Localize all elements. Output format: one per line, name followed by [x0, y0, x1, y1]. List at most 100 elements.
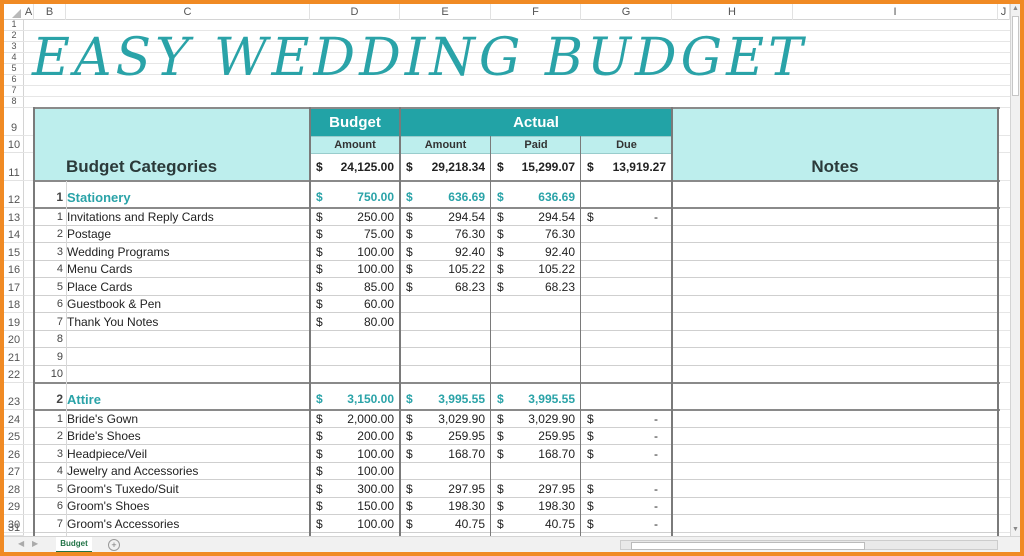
plus-circle-icon[interactable]: +	[108, 539, 120, 551]
item-name[interactable]: Bride's Shoes	[67, 428, 311, 446]
item-actual[interactable]: $92.40	[400, 243, 491, 261]
item-budget[interactable]: $100.00	[310, 463, 400, 481]
column-header-b[interactable]: B	[34, 4, 66, 20]
item-name[interactable]: Thank You Notes	[67, 313, 311, 331]
item-budget[interactable]: $250.00	[310, 208, 400, 226]
row-header-23[interactable]: 23	[4, 383, 24, 410]
horizontal-scroll-thumb[interactable]	[631, 542, 865, 550]
row-header-9[interactable]: 9	[4, 108, 24, 136]
item-paid[interactable]: $297.95	[491, 480, 581, 498]
item-budget[interactable]: $150.00	[310, 498, 400, 516]
item-due[interactable]: $ -	[581, 445, 672, 463]
column-header-h[interactable]: H	[672, 4, 793, 20]
column-header-g[interactable]: G	[581, 4, 672, 20]
row-header-15[interactable]: 15	[4, 243, 24, 261]
row-header-29[interactable]: 29	[4, 498, 24, 515]
item-actual[interactable]: $105.22	[400, 261, 491, 279]
item-name[interactable]: Place Cards	[67, 278, 311, 296]
item-name[interactable]: Menu Cards	[67, 261, 311, 279]
item-due[interactable]: $ -	[581, 480, 672, 498]
item-budget[interactable]: $100.00	[310, 515, 400, 533]
item-due[interactable]: $ -	[581, 498, 672, 516]
item-actual[interactable]: $76.30	[400, 226, 491, 244]
row-header-14[interactable]: 14	[4, 226, 24, 243]
item-name[interactable]: Groom's Accessories	[67, 515, 311, 533]
row-header-11[interactable]: 11	[4, 153, 24, 181]
item-name[interactable]	[67, 331, 311, 349]
item-name[interactable]: Postage	[67, 226, 311, 244]
item-actual[interactable]: $168.70	[400, 445, 491, 463]
item-actual[interactable]: $198.30	[400, 498, 491, 516]
item-paid[interactable]: $76.30	[491, 226, 581, 244]
scroll-up-arrow-icon[interactable]: ▲	[1012, 5, 1019, 12]
row-header-16[interactable]: 16	[4, 261, 24, 278]
item-paid[interactable]: $3,029.90	[491, 410, 581, 428]
item-budget[interactable]: $100.00	[310, 261, 400, 279]
item-name[interactable]: Groom's Tuxedo/Suit	[67, 480, 311, 498]
column-header-a[interactable]: A	[24, 4, 34, 20]
scroll-down-arrow-icon[interactable]: ▼	[1012, 526, 1019, 533]
item-actual[interactable]: $68.23	[400, 278, 491, 296]
tab-scroll-left-icon[interactable]: ◀	[18, 539, 24, 548]
row-header-20[interactable]: 20	[4, 331, 24, 348]
item-name[interactable]	[67, 348, 311, 366]
row-header-27[interactable]: 27	[4, 463, 24, 480]
item-budget[interactable]: $75.00	[310, 226, 400, 244]
tab-scroll-right-icon[interactable]: ▶	[32, 539, 38, 548]
item-actual[interactable]: $294.54	[400, 208, 491, 226]
column-header-d[interactable]: D	[310, 4, 400, 20]
vertical-scroll-thumb[interactable]	[1012, 16, 1019, 96]
row-header-13[interactable]: 13	[4, 208, 24, 226]
item-actual[interactable]: $259.95	[400, 428, 491, 446]
column-header-j[interactable]: J	[998, 4, 1010, 20]
item-paid[interactable]: $92.40	[491, 243, 581, 261]
row-header-19[interactable]: 19	[4, 313, 24, 331]
item-budget[interactable]: $200.00	[310, 428, 400, 446]
item-budget[interactable]: $80.00	[310, 313, 400, 331]
column-header-c[interactable]: C	[66, 4, 310, 20]
column-header-f[interactable]: F	[491, 4, 581, 20]
item-paid[interactable]: $198.30	[491, 498, 581, 516]
item-actual[interactable]: $297.95	[400, 480, 491, 498]
column-header-i[interactable]: I	[793, 4, 998, 20]
item-due[interactable]: $ -	[581, 428, 672, 446]
row-header-25[interactable]: 25	[4, 428, 24, 445]
item-due[interactable]: $ -	[581, 208, 672, 226]
column-header-e[interactable]: E	[400, 4, 491, 20]
item-name[interactable]: Wedding Programs	[67, 243, 311, 261]
item-due[interactable]: $ -	[581, 410, 672, 428]
item-name[interactable]	[67, 366, 311, 384]
item-name[interactable]: Bride's Gown	[67, 410, 311, 428]
item-actual[interactable]: $40.75	[400, 515, 491, 533]
row-header-24[interactable]: 24	[4, 410, 24, 428]
item-budget[interactable]: $300.00	[310, 480, 400, 498]
item-due[interactable]: $ -	[581, 515, 672, 533]
horizontal-scrollbar[interactable]	[620, 540, 998, 550]
sheet-tab-budget[interactable]: Budget	[56, 537, 92, 552]
item-paid[interactable]: $294.54	[491, 208, 581, 226]
item-budget[interactable]: $2,000.00	[310, 410, 400, 428]
row-header-26[interactable]: 26	[4, 445, 24, 463]
row-header-10[interactable]: 10	[4, 136, 24, 153]
item-name[interactable]: Groom's Shoes	[67, 498, 311, 516]
item-budget[interactable]: $60.00	[310, 296, 400, 314]
item-budget[interactable]: $85.00	[310, 278, 400, 296]
item-actual[interactable]: $3,029.90	[400, 410, 491, 428]
row-header-18[interactable]: 18	[4, 296, 24, 313]
item-budget[interactable]: $100.00	[310, 445, 400, 463]
item-paid[interactable]: $68.23	[491, 278, 581, 296]
item-name[interactable]: Invitations and Reply Cards	[67, 208, 311, 226]
item-paid[interactable]: $259.95	[491, 428, 581, 446]
item-name[interactable]: Headpiece/Veil	[67, 445, 311, 463]
vertical-scrollbar[interactable]: ▲ ▼	[1010, 4, 1020, 536]
item-name[interactable]: Jewelry and Accessories	[67, 463, 311, 481]
row-header-12[interactable]: 12	[4, 181, 24, 208]
row-header-22[interactable]: 22	[4, 366, 24, 383]
row-header-21[interactable]: 21	[4, 348, 24, 366]
item-paid[interactable]: $168.70	[491, 445, 581, 463]
item-name[interactable]: Guestbook & Pen	[67, 296, 311, 314]
item-budget[interactable]: $100.00	[310, 243, 400, 261]
row-header-8[interactable]: 8	[4, 97, 24, 108]
select-all-corner[interactable]	[4, 4, 24, 20]
row-header-28[interactable]: 28	[4, 480, 24, 498]
